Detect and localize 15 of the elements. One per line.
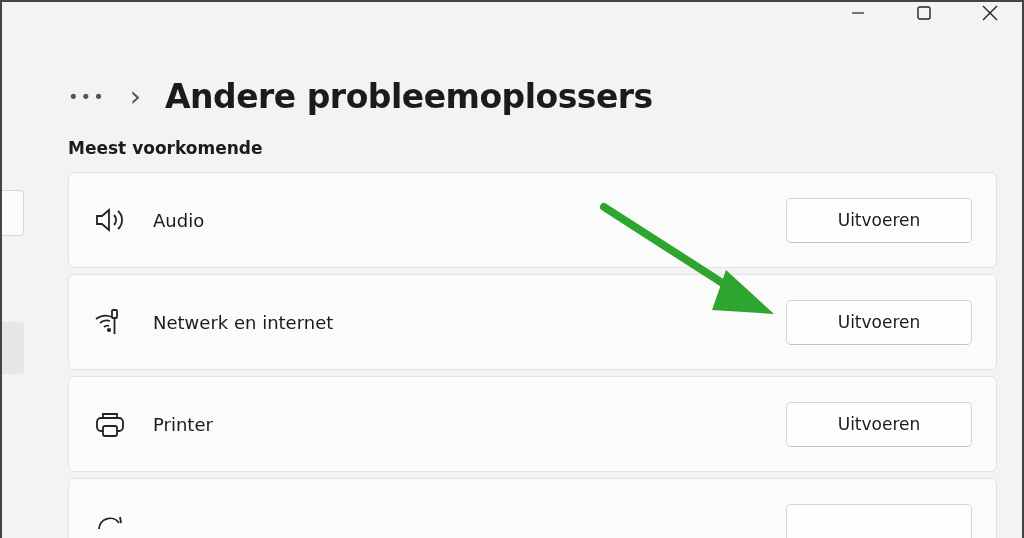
run-button[interactable]: Uitvoeren	[786, 197, 972, 243]
close-icon	[982, 5, 998, 21]
section-heading: Meest voorkomende	[68, 138, 264, 158]
more-button[interactable]: •••	[68, 85, 106, 107]
page-title: Andere probleemoplossers	[165, 76, 653, 116]
sidebar-item[interactable]	[2, 322, 24, 374]
run-button[interactable]	[786, 503, 972, 538]
run-button[interactable]: Uitvoeren	[786, 401, 972, 447]
run-button[interactable]: Uitvoeren	[786, 299, 972, 345]
maximize-icon	[917, 6, 931, 20]
search-field[interactable]	[2, 190, 24, 236]
troubleshooter-label: Printer	[153, 413, 214, 435]
troubleshooter-label: Netwerk en internet	[153, 311, 335, 333]
breadcrumb-separator: ›	[129, 79, 142, 113]
troubleshooter-label: Audio	[153, 209, 206, 231]
